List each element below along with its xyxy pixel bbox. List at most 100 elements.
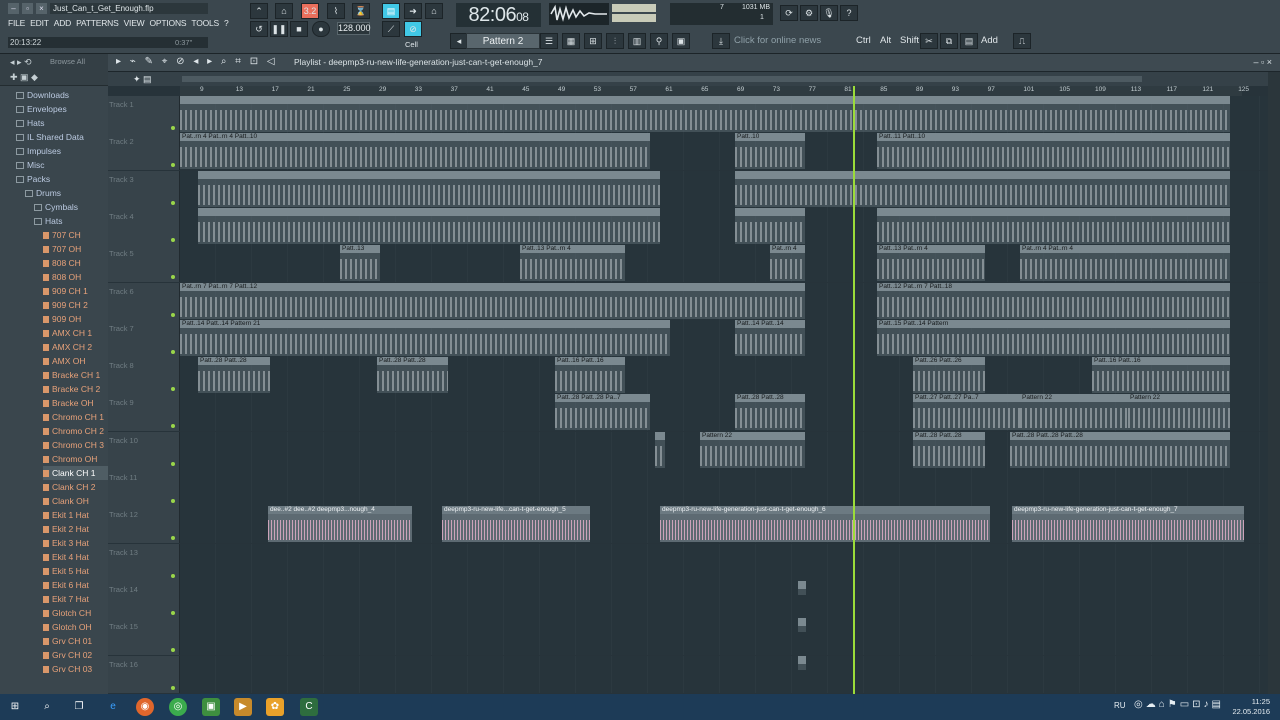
browser-item[interactable]: Clank CH 1	[43, 466, 108, 480]
browser-item[interactable]: Chromo CH 3	[43, 438, 108, 452]
pattern-clip[interactable]	[735, 170, 1230, 207]
track-led-icon[interactable]	[171, 275, 175, 280]
track-label[interactable]: Track 11	[108, 469, 180, 506]
plugin-icon[interactable]: ⚙	[800, 5, 818, 21]
browser-item[interactable]: Impulses	[16, 144, 108, 158]
pattern-clip[interactable]: Pattern 22	[700, 431, 805, 468]
vertical-scrollbar[interactable]	[1268, 72, 1280, 694]
track-led-icon[interactable]	[171, 387, 175, 392]
pattern-selector[interactable]: Pattern 2	[466, 33, 540, 49]
browser-item[interactable]: AMX CH 1	[43, 326, 108, 340]
track-row[interactable]: Track 10 Pattern 22 Patt..28 Patt..28 Patt.…	[108, 431, 1268, 469]
download-icon[interactable]: ⤓	[712, 33, 730, 49]
undo-icon[interactable]: ↺	[250, 21, 268, 37]
restore-icon[interactable]: ▫	[22, 3, 33, 14]
menu-add[interactable]: ADD	[54, 18, 72, 28]
link-icon[interactable]: ⊘	[404, 21, 422, 37]
pattern-clip[interactable]	[198, 170, 660, 207]
snap-icon[interactable]: ✦ ▤	[133, 74, 152, 85]
browser-toolbar-icons[interactable]: ◂ ▸ ⟲	[10, 57, 32, 68]
track-led-icon[interactable]	[171, 536, 175, 541]
taskbar-clock[interactable]: 11:25 22.05.2016	[1232, 697, 1270, 717]
ctrl-key[interactable]: Ctrl	[856, 33, 871, 49]
pattern-clip[interactable]	[877, 207, 1230, 244]
pattern-clip[interactable]: Patt..11 Patt..10	[877, 133, 1230, 170]
browser-item[interactable]: AMX CH 2	[43, 340, 108, 354]
track-row[interactable]: Track 13	[108, 543, 1268, 581]
track-led-icon[interactable]	[171, 163, 175, 168]
horizontal-scrollbar[interactable]	[182, 76, 1142, 82]
track-row[interactable]: Track 11	[108, 469, 1268, 506]
firefox-icon[interactable]: ◉	[136, 698, 154, 716]
track-label[interactable]: Track 3	[108, 170, 180, 208]
midi-icon[interactable]: ⎍	[1013, 33, 1031, 49]
track-lane[interactable]	[180, 618, 1268, 656]
online-news[interactable]: Click for online news	[734, 33, 849, 49]
browser-item[interactable]: 808 CH	[43, 256, 108, 270]
pattern-clip[interactable]: Patt..27 Patt..27 Pa..7	[913, 394, 1020, 431]
windows-start-icon[interactable]: ⊞	[6, 698, 24, 716]
browser-item[interactable]: Chromo CH 1	[43, 410, 108, 424]
track-area[interactable]: Track 1 Track 2 Pat..rn 4 Pat..rn 4 Patt..…	[108, 96, 1268, 694]
browser-item[interactable]: Bracke OH	[43, 396, 108, 410]
paste-icon[interactable]: ▤	[960, 33, 978, 49]
track-row[interactable]: Track 6 Pat..rn 7 Pat..rn 7 Patt..12 Patt.…	[108, 282, 1268, 320]
browser-item[interactable]: Grv CH 03	[43, 662, 108, 676]
browser-item[interactable]: Bracke CH 2	[43, 382, 108, 396]
pattern-clip[interactable]: Pat..rn 4	[770, 245, 805, 282]
track-lane[interactable]	[180, 580, 1268, 618]
blend-icon[interactable]: ⟋	[382, 21, 400, 37]
track-led-icon[interactable]	[171, 237, 175, 242]
track-led-icon[interactable]	[171, 349, 175, 354]
menu-patterns[interactable]: PATTERNS	[76, 18, 119, 28]
track-lane[interactable]	[180, 655, 1268, 693]
track-label[interactable]: Track 7	[108, 319, 180, 357]
track-label[interactable]: Track 8	[108, 357, 180, 395]
browser-item[interactable]: Ekit 5 Hat	[43, 564, 108, 578]
copy-icon[interactable]: ⧉	[940, 33, 958, 49]
tray-icons[interactable]: ◎☁⌂⚑▭⊡♪▤	[1134, 699, 1224, 710]
menu-help[interactable]: ?	[224, 18, 229, 28]
browser-item[interactable]: 707 OH	[43, 242, 108, 256]
track-lane[interactable]	[180, 469, 1268, 506]
pattern-clip[interactable]: Patt..13 Pat..rn 4	[520, 245, 625, 282]
mixer-icon[interactable]: ⫶	[606, 33, 624, 49]
track-led-icon[interactable]	[171, 312, 175, 317]
pattern-clip[interactable]: Patt..10	[735, 133, 805, 170]
playhead[interactable]	[853, 86, 855, 694]
pattern-song-toggle[interactable]: 3.2	[301, 3, 319, 19]
pause-button[interactable]: ❚❚	[270, 21, 288, 37]
track-label[interactable]: Track 2	[108, 133, 180, 171]
wait-icon[interactable]: ⌂	[425, 3, 443, 19]
track-led-icon[interactable]	[171, 126, 175, 130]
browser-item[interactable]: Glotch CH	[43, 606, 108, 620]
pattern-clip[interactable]	[655, 431, 665, 468]
small-clip[interactable]	[798, 655, 806, 670]
pattern-clip[interactable]: Patt..26 Patt..26	[913, 357, 985, 394]
help-icon[interactable]: ?	[840, 5, 858, 21]
record-button[interactable]: ●	[312, 21, 330, 37]
track-label[interactable]: Track 13	[108, 543, 180, 581]
browser-item[interactable]: AMX OH	[43, 354, 108, 368]
browser-item[interactable]: Ekit 3 Hat	[43, 536, 108, 550]
track-row[interactable]: Track 16	[108, 655, 1268, 693]
record-mode-icon[interactable]: ⌂	[275, 3, 293, 19]
browser-item[interactable]: Chromo CH 2	[43, 424, 108, 438]
browser-item[interactable]: Misc	[16, 158, 108, 172]
browser-item[interactable]: Ekit 2 Hat	[43, 522, 108, 536]
fl-studio-icon[interactable]: ✿	[266, 698, 284, 716]
browser-item[interactable]: Grv CH 01	[43, 634, 108, 648]
loop-icon[interactable]: ⌇	[327, 3, 345, 19]
audio-clip[interactable]: deepmp3-ru-new-life...can-t-get-enough_5	[442, 506, 590, 543]
pattern-clip[interactable]: Patt..16 Patt..16	[555, 357, 625, 394]
pattern-clip[interactable]: Patt..13	[340, 245, 380, 282]
track-row[interactable]: Track 4	[108, 207, 1268, 245]
song-mode-icon[interactable]: ⌃	[250, 3, 268, 19]
browser-item[interactable]: Hats	[16, 116, 108, 130]
track-led-icon[interactable]	[171, 648, 175, 653]
browser-item[interactable]: Grv CH 02	[43, 648, 108, 662]
pattern-clip[interactable]: Patt..28 Patt..28 Patt..28	[1010, 431, 1230, 468]
close-icon[interactable]: ×	[36, 3, 47, 14]
track-label[interactable]: Track 16	[108, 655, 180, 693]
browser-item[interactable]: Bracke CH 1	[43, 368, 108, 382]
